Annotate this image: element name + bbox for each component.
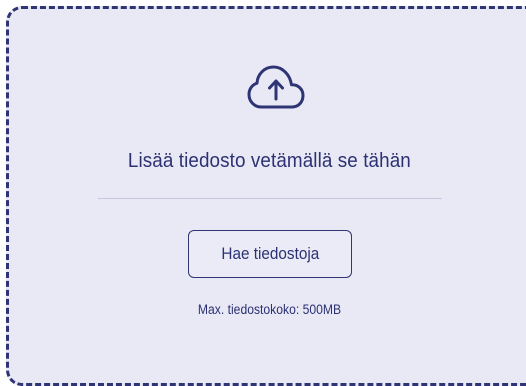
cloud-upload-icon: [247, 65, 305, 109]
dropzone-title: Lisää tiedosto vetämällä se tähän: [127, 149, 411, 172]
browse-files-button[interactable]: Hae tiedostoja: [188, 230, 352, 278]
browse-files-button-label: Hae tiedostoja: [221, 244, 319, 263]
divider: [98, 198, 442, 199]
dropzone-content: Lisää tiedosto vetämällä se tähän Hae ti…: [6, 6, 526, 344]
max-file-size-text: Max. tiedostokoko: 500MB: [197, 302, 342, 317]
